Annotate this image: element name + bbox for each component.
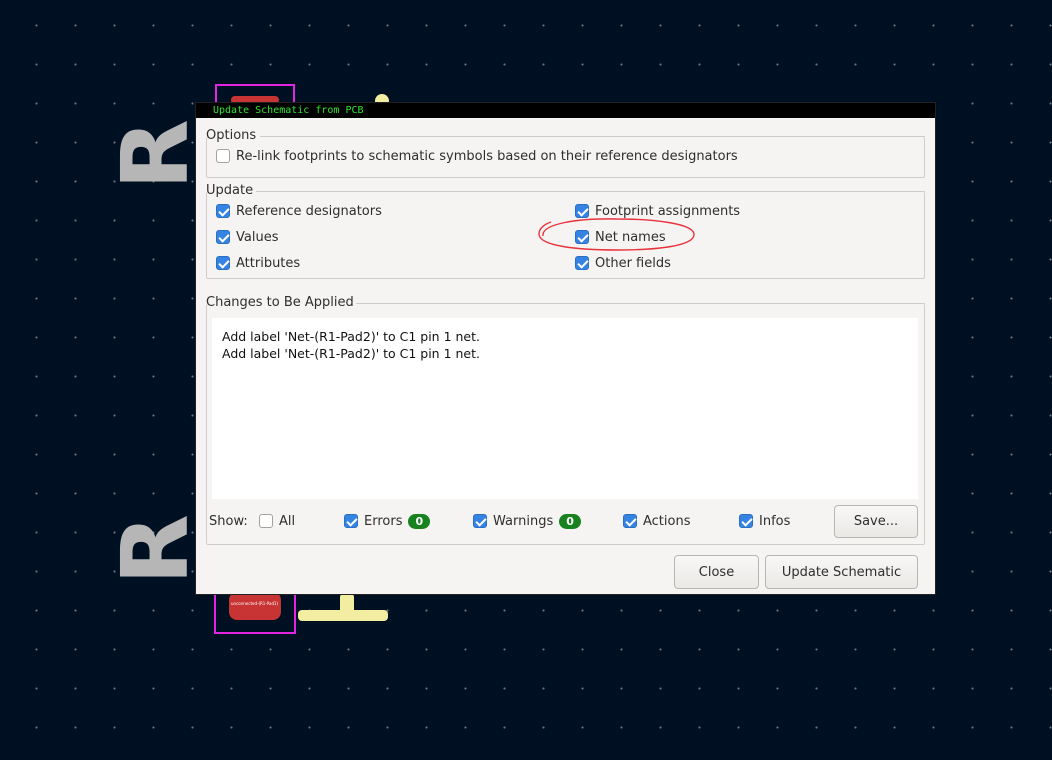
pcb-reference-top: R xyxy=(102,119,209,190)
reference-designators-label: Reference designators xyxy=(236,203,382,219)
dialog-title: Update Schematic from PCB xyxy=(213,105,364,116)
change-item: Add label 'Net-(R1-Pad2)' to C1 pin 1 ne… xyxy=(222,329,480,344)
close-button[interactable]: Close xyxy=(674,555,759,589)
values-row[interactable]: Values xyxy=(216,228,278,246)
filter-all-row[interactable]: All xyxy=(259,512,295,530)
show-label: Show: xyxy=(209,513,248,529)
filter-all-label: All xyxy=(279,513,296,529)
attributes-label: Attributes xyxy=(236,255,301,271)
relink-label: Re-link footprints to schematic symbols … xyxy=(236,148,738,164)
save-button[interactable]: Save... xyxy=(834,505,918,538)
silkscreen-stub xyxy=(340,594,354,616)
filter-all-checkbox[interactable] xyxy=(259,514,273,528)
other-fields-row[interactable]: Other fields xyxy=(575,254,671,272)
filter-infos-checkbox[interactable] xyxy=(739,514,753,528)
pad-net-label: unconnected-(R1-Pad1) xyxy=(231,601,279,606)
highlight-annotation xyxy=(538,218,695,251)
filter-actions-checkbox[interactable] xyxy=(623,514,637,528)
filter-infos-row[interactable]: Infos xyxy=(739,512,790,530)
filter-warnings-checkbox[interactable] xyxy=(473,514,487,528)
filter-infos-label: Infos xyxy=(759,513,791,529)
values-checkbox[interactable] xyxy=(216,230,230,244)
filter-warnings-row[interactable]: Warnings 0 xyxy=(473,512,581,530)
values-label: Values xyxy=(236,229,279,245)
update-schematic-button[interactable]: Update Schematic xyxy=(765,555,918,589)
warnings-count-badge: 0 xyxy=(559,513,581,529)
attributes-checkbox[interactable] xyxy=(216,256,230,270)
filter-warnings-label: Warnings xyxy=(493,513,554,529)
filter-errors-row[interactable]: Errors 0 xyxy=(344,512,431,530)
dialog-titlebar[interactable]: Update Schematic from PCB xyxy=(196,103,935,118)
pad-bottom xyxy=(229,592,281,620)
changes-list[interactable]: Add label 'Net-(R1-Pad2)' to C1 pin 1 ne… xyxy=(212,318,918,499)
filter-actions-row[interactable]: Actions xyxy=(623,512,691,530)
update-schematic-dialog: Update Schematic from PCB Options Re-lin… xyxy=(196,103,935,594)
filter-actions-label: Actions xyxy=(643,513,691,529)
other-fields-label: Other fields xyxy=(595,255,671,271)
filter-errors-label: Errors xyxy=(364,513,403,529)
filter-errors-checkbox[interactable] xyxy=(344,514,358,528)
reference-designators-checkbox[interactable] xyxy=(216,204,230,218)
relink-checkbox-row[interactable]: Re-link footprints to schematic symbols … xyxy=(216,147,738,165)
relink-checkbox[interactable] xyxy=(216,149,230,163)
reference-designators-row[interactable]: Reference designators xyxy=(216,202,382,220)
annotation-ellipse xyxy=(538,218,695,251)
attributes-row[interactable]: Attributes xyxy=(216,254,300,272)
show-filter-label-row: Show: xyxy=(209,512,248,530)
other-fields-checkbox[interactable] xyxy=(575,256,589,270)
change-item: Add label 'Net-(R1-Pad2)' to C1 pin 1 ne… xyxy=(222,346,480,361)
errors-count-badge: 0 xyxy=(408,513,431,529)
pcb-reference-bottom: R xyxy=(102,514,209,585)
